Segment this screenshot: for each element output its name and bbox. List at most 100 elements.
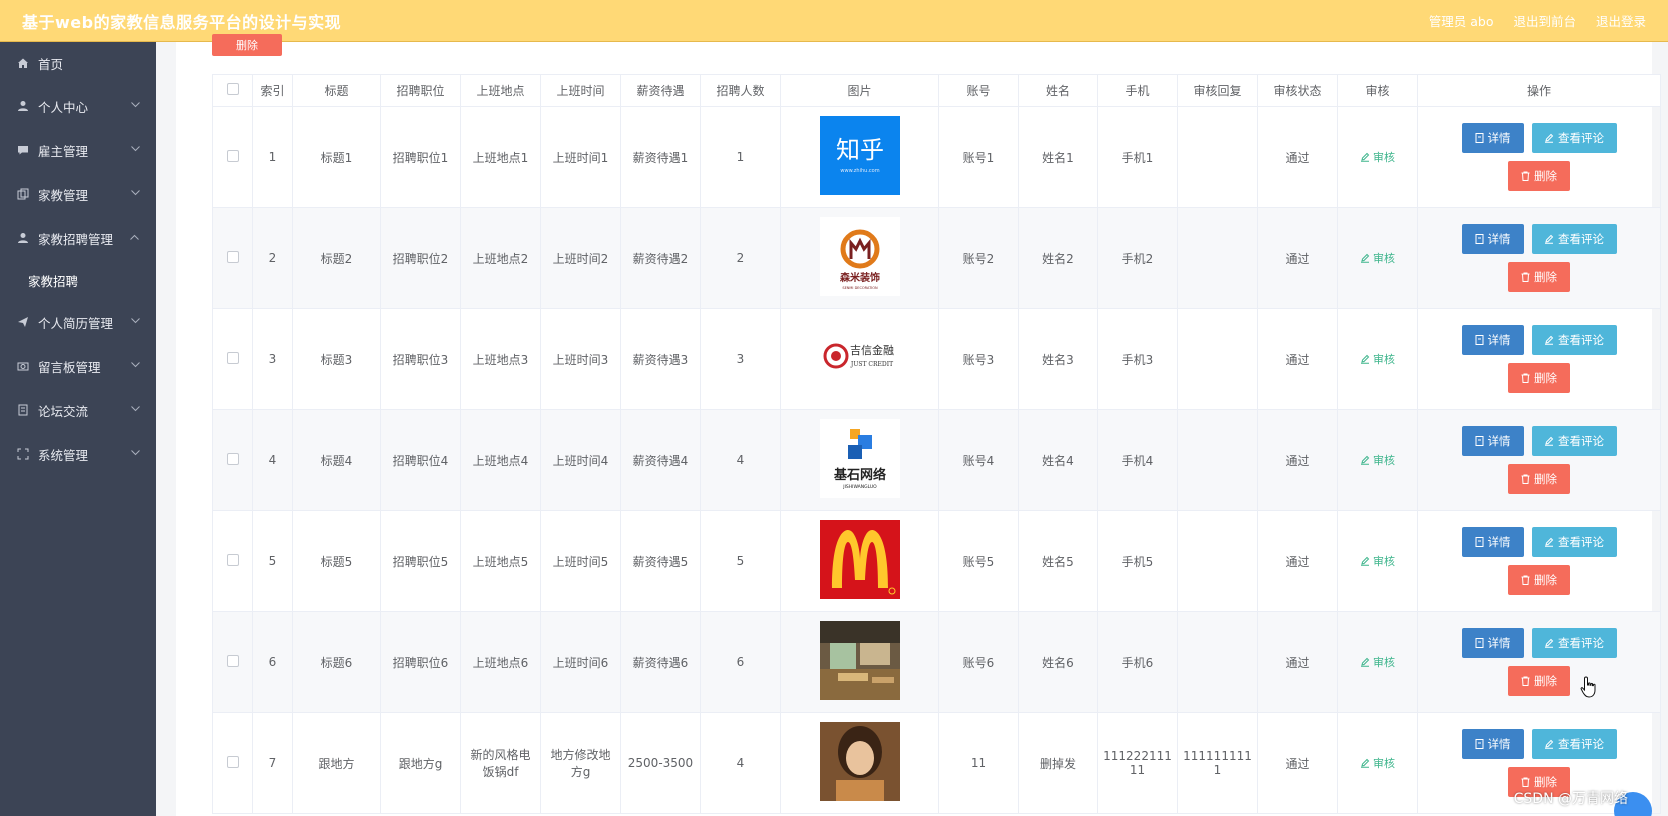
row-checkbox[interactable] [212, 106, 253, 208]
table-row: 7 跟地方 跟地方g 新的风格电饭锅df 地方修改地方g 2500-3500 4 [212, 712, 1661, 814]
view-comments-button[interactable]: 查看评论 [1531, 527, 1617, 557]
cell-location: 上班地点4 [460, 409, 541, 511]
row-checkbox[interactable] [212, 409, 253, 511]
sidebar-item-home[interactable]: 首页 [0, 42, 156, 84]
cell-phone: 手机3 [1097, 308, 1178, 410]
sidebar-item-recruitment[interactable]: 家教招聘管理 [0, 216, 156, 260]
chevron-up-icon [130, 232, 140, 242]
audit-link[interactable]: 审核 [1360, 654, 1395, 670]
detail-button[interactable]: 详情 [1461, 527, 1524, 557]
view-comments-button[interactable]: 查看评论 [1531, 628, 1617, 658]
cell-actions: 详情 查看评论 删除 [1417, 207, 1661, 309]
sidebar-subitem-tutor-recruitment[interactable]: 家教招聘 [0, 260, 156, 300]
audit-label: 审核 [1373, 656, 1395, 669]
cell-index: 7 [252, 712, 293, 814]
audit-link[interactable]: 审核 [1360, 149, 1395, 165]
audit-label: 审核 [1373, 555, 1395, 568]
sidebar-item-employer[interactable]: 雇主管理 [0, 128, 156, 172]
delete-label: 删除 [1534, 472, 1557, 486]
cell-index: 3 [252, 308, 293, 410]
chevron-down-icon [130, 316, 140, 326]
delete-button[interactable]: 删除 [1508, 262, 1570, 292]
audit-link[interactable]: 审核 [1360, 351, 1395, 367]
col-location: 上班地点 [460, 74, 541, 107]
view-comments-button[interactable]: 查看评论 [1531, 325, 1617, 355]
trash-icon [1521, 171, 1530, 181]
detail-button[interactable]: 详情 [1461, 123, 1524, 153]
col-title: 标题 [292, 74, 381, 107]
cell-account: 11 [938, 712, 1019, 814]
sidebar-item-label: 论坛交流 [38, 403, 89, 419]
col-position: 招聘职位 [380, 74, 461, 107]
cell-count: 1 [700, 106, 781, 208]
delete-button[interactable]: 删除 [1508, 363, 1570, 393]
row-checkbox[interactable] [212, 308, 253, 410]
user-icon [16, 99, 30, 113]
col-index: 索引 [252, 74, 293, 107]
delete-button[interactable]: 删除 [1508, 464, 1570, 494]
chevron-down-icon [130, 144, 140, 154]
cell-count: 3 [700, 308, 781, 410]
cell-status: 通过 [1257, 611, 1338, 713]
sidebar-item-forum[interactable]: 论坛交流 [0, 388, 156, 432]
table-row: 2 标题2 招聘职位2 上班地点2 上班时间2 薪资待遇2 2 森米装饰 SEN… [212, 207, 1661, 309]
detail-label: 详情 [1487, 636, 1511, 650]
delete-button[interactable]: 删除 [1508, 565, 1570, 595]
row-checkbox[interactable] [212, 207, 253, 309]
cell-image [780, 611, 939, 713]
sidebar-item-personal-center[interactable]: 个人中心 [0, 84, 156, 128]
cell-location: 上班地点5 [460, 510, 541, 612]
camera-icon [16, 359, 30, 373]
delete-button[interactable]: 删除 [1508, 161, 1570, 191]
detail-button[interactable]: 详情 [1461, 628, 1524, 658]
cell-title: 标题1 [292, 106, 381, 208]
mcdonalds-logo-image [819, 520, 900, 599]
detail-button[interactable]: 详情 [1461, 729, 1524, 759]
detail-button[interactable]: 详情 [1461, 426, 1524, 456]
cell-audit: 审核 [1337, 611, 1418, 713]
logout-link[interactable]: 退出登录 [1596, 11, 1646, 30]
col-count: 招聘人数 [700, 74, 781, 107]
cell-location: 上班地点3 [460, 308, 541, 410]
batch-delete-button[interactable]: 删除 [212, 34, 282, 56]
view-comments-button[interactable]: 查看评论 [1531, 426, 1617, 456]
frontend-link[interactable]: 退出到前台 [1513, 11, 1576, 30]
row-checkbox[interactable] [212, 611, 253, 713]
sidebar-item-tutor[interactable]: 家教管理 [0, 172, 156, 216]
view-comments-button[interactable]: 查看评论 [1531, 224, 1617, 254]
detail-button[interactable]: 详情 [1461, 224, 1524, 254]
audit-link[interactable]: 审核 [1360, 553, 1395, 569]
trash-icon [1521, 373, 1530, 383]
view-comments-button[interactable]: 查看评论 [1531, 123, 1617, 153]
audit-link[interactable]: 审核 [1360, 755, 1395, 771]
cell-actions: 详情 查看评论 删除 [1417, 106, 1661, 208]
sidebar-item-message-board[interactable]: 留言板管理 [0, 344, 156, 388]
cell-status: 通过 [1257, 712, 1338, 814]
cell-phone: 11122211111 [1097, 712, 1178, 814]
cell-title: 跟地方 [292, 712, 381, 814]
cell-phone: 手机5 [1097, 510, 1178, 612]
sidebar-item-resume[interactable]: 个人简历管理 [0, 300, 156, 344]
decoration-logo-image: 森米装饰 SENMI DECORATION [819, 217, 900, 296]
sidebar-item-system[interactable]: 系统管理 [0, 432, 156, 476]
row-checkbox[interactable] [212, 712, 253, 814]
admin-user-label: 管理员 abo [1428, 14, 1494, 29]
select-all-checkbox[interactable] [212, 74, 253, 107]
cell-reply [1177, 611, 1258, 713]
edit-icon [1545, 537, 1554, 547]
audit-link[interactable]: 审核 [1360, 250, 1395, 266]
cell-phone: 手机4 [1097, 409, 1178, 511]
audit-link[interactable]: 审核 [1360, 452, 1395, 468]
row-checkbox[interactable] [212, 510, 253, 612]
cell-time: 上班时间1 [540, 106, 621, 208]
cell-index: 2 [252, 207, 293, 309]
view-comments-button[interactable]: 查看评论 [1531, 729, 1617, 759]
cell-account: 账号5 [938, 510, 1019, 612]
delete-button[interactable]: 删除 [1508, 666, 1570, 696]
cell-title: 标题6 [292, 611, 381, 713]
detail-button[interactable]: 详情 [1461, 325, 1524, 355]
cell-name: 姓名1 [1018, 106, 1098, 208]
edit-icon [1361, 253, 1370, 263]
cell-name: 删掉发 [1018, 712, 1098, 814]
cell-time: 上班时间3 [540, 308, 621, 410]
